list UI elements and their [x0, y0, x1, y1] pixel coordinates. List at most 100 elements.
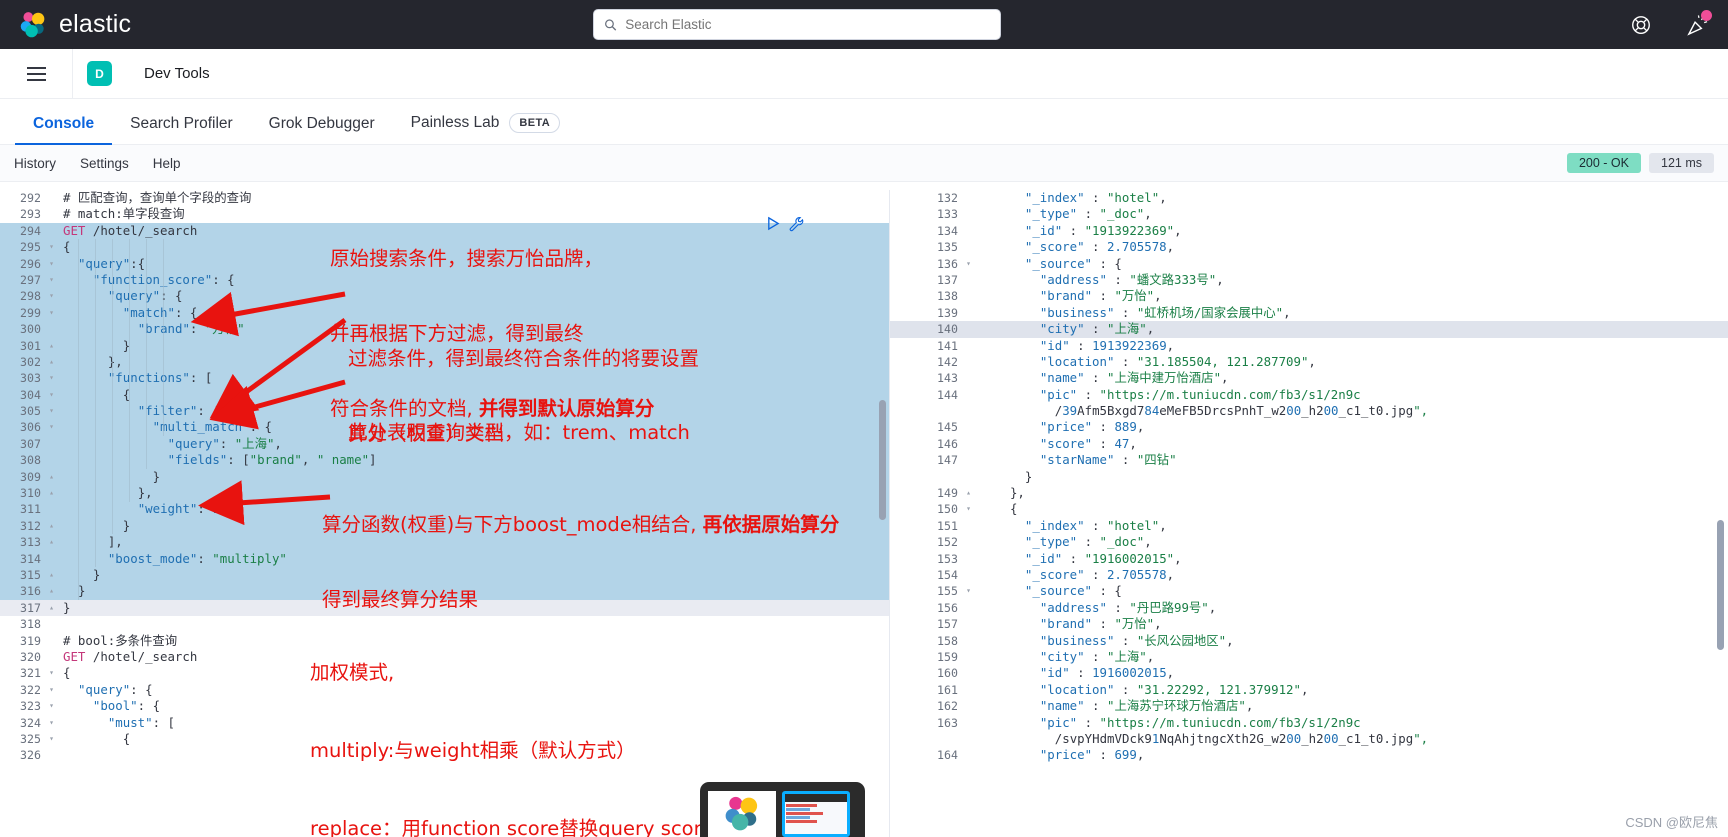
fold-toggle[interactable]: ▴	[47, 354, 56, 370]
code-line[interactable]: 322 ▾ "query": {	[0, 682, 889, 698]
code-line[interactable]: 299 ▾ "match": {	[0, 304, 889, 322]
code-line[interactable]: 296 ▾ "query":{	[0, 255, 889, 272]
code-line[interactable]: 305 ▾ "filter": {	[0, 403, 889, 420]
code-line[interactable]: 314 "boost_mode": "multiply"	[0, 550, 889, 567]
fold-toggle[interactable]: ▴	[47, 534, 56, 550]
code-line[interactable]: 325 ▾ {	[0, 731, 889, 747]
code-line[interactable]: 301 ▴ }	[0, 337, 889, 354]
fold-toggle[interactable]: ▾	[47, 288, 56, 304]
help-button[interactable]: Help	[153, 156, 181, 171]
code-line[interactable]: 320 GET /hotel/_search	[0, 649, 889, 665]
fold-toggle[interactable]: ▾	[47, 403, 56, 419]
code-line[interactable]: 324 ▾ "must": [	[0, 715, 889, 731]
celebration-icon[interactable]	[1686, 9, 1712, 36]
fold-toggle[interactable]: ▴	[47, 600, 56, 616]
code-line[interactable]: 304 ▾ {	[0, 386, 889, 404]
code-line[interactable]: 309 ▴ }	[0, 468, 889, 486]
code-text: # bool:多条件查询	[63, 632, 178, 648]
editor-actions[interactable]	[766, 216, 805, 232]
code-text: GET /hotel/_search	[63, 222, 198, 238]
request-editor-pane[interactable]: 292 # 匹配查询，查询单个字段的查询 293 # match:单字段查询 294 GE…	[0, 190, 890, 837]
response-vertical-scrollbar[interactable]	[1717, 520, 1724, 650]
line-number: 164	[937, 748, 958, 763]
line-number: 157	[937, 617, 958, 632]
code-line[interactable]: 311 "weight": 12	[0, 501, 889, 518]
code-line[interactable]: 326	[0, 747, 889, 763]
code-line[interactable]: 317 ▴}	[0, 599, 889, 617]
help-ring-icon[interactable]	[1630, 14, 1652, 36]
code-line: 143 "name" : "上海中建万怡酒店",	[890, 370, 1728, 386]
fold-toggle[interactable]: ▾	[47, 272, 56, 288]
editor-vertical-scrollbar[interactable]	[879, 400, 886, 520]
fold-toggle[interactable]: ▾	[47, 665, 56, 681]
play-triangle-icon[interactable]	[766, 216, 781, 231]
code-line[interactable]: 313 ▴ ],	[0, 534, 889, 551]
hamburger-menu-icon[interactable]	[12, 66, 60, 81]
fold-toggle[interactable]: ▾	[47, 419, 56, 435]
code-line[interactable]: 306 ▾ "multi_match": {	[0, 419, 889, 436]
code-line: 136 ▾ "_source" : {	[890, 256, 1728, 272]
code-line[interactable]: 302 ▴ },	[0, 353, 889, 371]
code-line[interactable]: 308 "fields": ["brand", " name"]	[0, 452, 889, 469]
code-line[interactable]: 318	[0, 616, 889, 632]
search-input[interactable]	[625, 17, 990, 32]
code-line[interactable]: 294 GET /hotel/_search	[0, 222, 889, 240]
taskbar-preview-elastic[interactable]	[708, 791, 776, 837]
fold-toggle[interactable]: ▴	[47, 338, 56, 354]
code-line[interactable]: 295 ▾ {	[0, 239, 889, 256]
tab-painless-lab[interactable]: Painless Lab BETA	[393, 113, 579, 144]
code-text: "_index" : "hotel",	[1024, 190, 1167, 205]
code-line[interactable]: 303 ▾ "functions": [	[0, 370, 889, 387]
line-number: 156	[937, 600, 958, 615]
settings-button[interactable]: Settings	[80, 156, 129, 171]
global-search-bar[interactable]	[593, 9, 1001, 40]
tab-search-profiler[interactable]: Search Profiler	[112, 115, 251, 144]
line-number: 137	[937, 272, 958, 287]
code-line[interactable]: 319 # bool:多条件查询	[0, 633, 889, 649]
fold-toggle[interactable]: ▾	[964, 256, 973, 272]
fold-toggle[interactable]: ▴	[47, 469, 56, 485]
fold-toggle[interactable]: ▴	[964, 485, 973, 501]
taskbar-preview-console[interactable]	[782, 791, 850, 837]
code-line: 154 "_score" : 2.705578,	[890, 567, 1728, 583]
fold-toggle[interactable]: ▴	[47, 518, 56, 534]
history-button[interactable]: History	[14, 156, 56, 171]
fold-toggle[interactable]: ▾	[47, 698, 56, 714]
tab-console[interactable]: Console	[15, 115, 113, 145]
code-text: "_source" : {	[1024, 255, 1122, 271]
fold-toggle[interactable]: ▴	[47, 567, 56, 583]
fold-toggle[interactable]: ▾	[964, 583, 973, 599]
code-line[interactable]: 292 # 匹配查询，查询单个字段的查询	[0, 190, 889, 206]
code-line[interactable]: 297 ▾ "function_score": {	[0, 271, 889, 289]
line-number: 154	[937, 567, 958, 582]
code-line[interactable]: 300 "brand": "万怡"	[0, 321, 889, 338]
fold-toggle[interactable]: ▾	[47, 256, 56, 272]
fold-toggle[interactable]: ▾	[47, 305, 56, 321]
fold-toggle[interactable]: ▾	[964, 501, 973, 517]
elastic-brand[interactable]: elastic	[18, 10, 131, 40]
code-line[interactable]: 310 ▴ },	[0, 485, 889, 502]
code-line[interactable]: 312 ▴ }	[0, 517, 889, 535]
code-line[interactable]: 323 ▾ "bool": {	[0, 698, 889, 714]
line-number: 320	[20, 649, 41, 664]
fold-toggle[interactable]: ▾	[47, 387, 56, 403]
taskbar-window-previews[interactable]	[700, 782, 865, 837]
fold-toggle[interactable]: ▴	[47, 485, 56, 501]
fold-toggle[interactable]: ▾	[47, 682, 56, 698]
code-line[interactable]: 315 ▴ }	[0, 566, 889, 584]
code-line[interactable]: 298 ▾ "query": {	[0, 288, 889, 305]
code-line[interactable]: 293 # match:单字段查询	[0, 206, 889, 222]
wrench-icon[interactable]	[789, 216, 805, 232]
response-pane[interactable]: 132 "_index" : "hotel", 133 "_type" : "_d…	[890, 190, 1728, 837]
fold-toggle[interactable]: ▾	[47, 239, 56, 255]
fold-toggle[interactable]: ▴	[47, 583, 56, 599]
fold-toggle[interactable]: ▾	[47, 715, 56, 731]
fold-toggle[interactable]: ▾	[47, 731, 56, 747]
taskbar-preview-thumbnail	[785, 802, 847, 834]
code-line[interactable]: 307 "query": "上海",	[0, 435, 889, 453]
tab-grok-debugger[interactable]: Grok Debugger	[251, 115, 393, 144]
fold-toggle[interactable]: ▾	[47, 370, 56, 386]
request-editor-code[interactable]: 292 # 匹配查询，查询单个字段的查询 293 # match:单字段查询 294 GE…	[0, 190, 889, 764]
code-line[interactable]: 321 ▾ {	[0, 665, 889, 681]
code-line[interactable]: 316 ▴ }	[0, 583, 889, 600]
